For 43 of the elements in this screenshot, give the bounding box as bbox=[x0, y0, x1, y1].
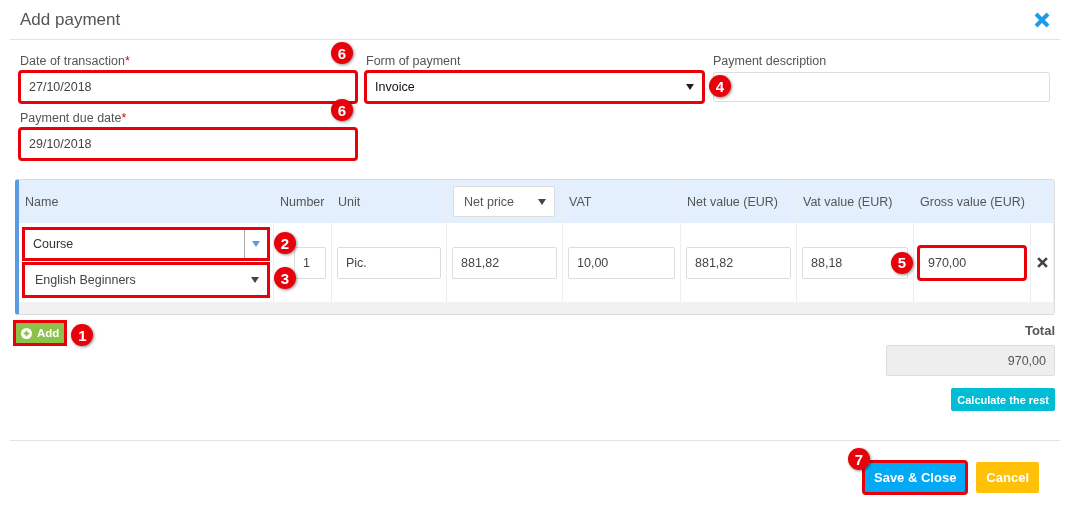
input-field[interactable]: 881,82 bbox=[686, 246, 791, 279]
dialog-title: Add payment bbox=[20, 9, 121, 30]
field-label: Form of payment bbox=[366, 53, 461, 70]
callout-badge: 3 bbox=[274, 267, 296, 289]
callout-badge: 5 bbox=[891, 251, 913, 274]
scrollbar-track[interactable] bbox=[19, 302, 1054, 314]
input-field[interactable]: 29/10/2018 bbox=[20, 129, 356, 159]
total-label: Total bbox=[1024, 323, 1055, 339]
callout-badge: 6 bbox=[331, 42, 353, 64]
caret-icon bbox=[252, 241, 260, 247]
select-field[interactable]: English Beginners bbox=[24, 264, 268, 296]
input-field[interactable]: 970,00 bbox=[919, 246, 1025, 279]
input-field[interactable]: 10,00 bbox=[568, 246, 675, 279]
select-field[interactable]: Invoice bbox=[366, 72, 703, 102]
column-header: Name bbox=[25, 194, 59, 209]
field-label: Payment due date* bbox=[20, 110, 127, 127]
caret-icon bbox=[538, 198, 546, 205]
column-header: VAT bbox=[569, 194, 592, 209]
caret-icon bbox=[251, 277, 259, 283]
input-field[interactable]: Pic. bbox=[337, 246, 441, 279]
price-type-select[interactable]: Net price bbox=[453, 186, 555, 217]
callout-badge: 6 bbox=[331, 99, 353, 121]
column-header: Net value (EUR) bbox=[687, 194, 778, 209]
column-header: Unit bbox=[338, 194, 361, 209]
callout-badge: 7 bbox=[848, 448, 870, 470]
input-field[interactable]: 1 bbox=[294, 246, 326, 279]
column-header: Vat value (EUR) bbox=[803, 194, 893, 209]
caret-icon bbox=[686, 84, 694, 90]
column-header: Number bbox=[280, 194, 325, 209]
callout-badge: 1 bbox=[71, 324, 94, 346]
input-field[interactable] bbox=[713, 72, 1050, 102]
plus-circle-icon bbox=[21, 327, 32, 339]
callout-badge: 4 bbox=[709, 75, 731, 97]
input-field[interactable]: 881,82 bbox=[452, 246, 557, 279]
close-icon[interactable] bbox=[1034, 11, 1050, 28]
delete-icon[interactable] bbox=[1036, 257, 1048, 268]
input-field[interactable]: 27/10/2018 bbox=[20, 72, 356, 102]
total-field: 970,00 bbox=[886, 345, 1055, 376]
callout-badge: 2 bbox=[274, 232, 296, 254]
combo-field[interactable]: Course bbox=[24, 229, 268, 259]
field-label: Date of transaction* bbox=[20, 53, 130, 70]
field-label: Payment description bbox=[713, 53, 827, 70]
column-header: Gross value (EUR) bbox=[920, 194, 1025, 209]
